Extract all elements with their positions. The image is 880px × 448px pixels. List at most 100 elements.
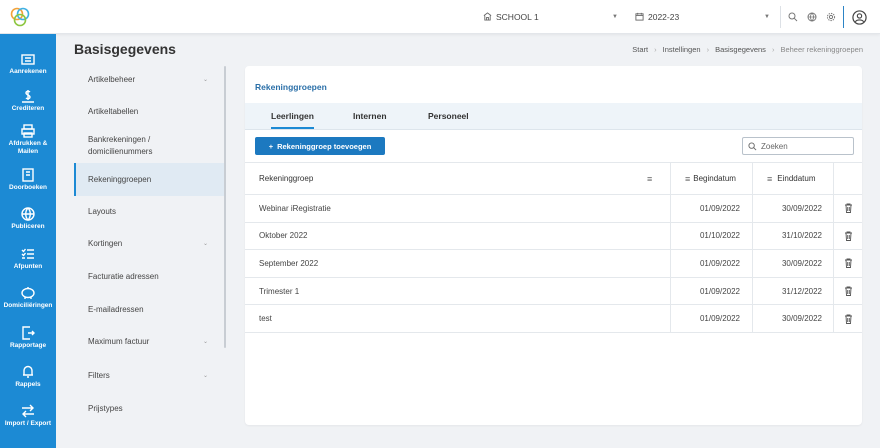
chevron-down-icon: ⌄ [202,373,208,379]
subnav-item-rekeninggroepen[interactable]: Rekeninggroepen [74,163,224,196]
app-logo-icon[interactable] [8,5,32,29]
sidebar-item-label: Rapportage [9,342,47,349]
sidebar-item-label: Crediteren [11,105,45,112]
subnav-item-maximum-factuur[interactable]: Maximum factuur ⌄ [74,334,224,350]
subnav-item-facturatie-adressen[interactable]: Facturatie adressen [74,269,224,285]
sidebar-item-label: Aanrekenen [9,68,47,75]
subnav-item-label: Rekeninggroepen [88,174,152,184]
top-bar: SCHOOL 1 ▼ 2022-23 ▼ [0,0,880,34]
search-box[interactable] [742,137,854,155]
subnav-item-artikeltabellen[interactable]: Artikeltabellen [74,104,224,120]
globe-icon [20,207,36,221]
sidebar-item-publiceren[interactable]: Publiceren [0,207,56,231]
school-select[interactable]: SCHOOL 1 ▼ [476,8,624,26]
table-row[interactable]: Oktober 2022 01/10/2022 31/10/2022 [245,222,862,251]
search-icon[interactable] [786,10,800,24]
column-divider [752,163,753,194]
sidebar-item-crediteren[interactable]: Crediteren [0,89,56,113]
table-row[interactable]: September 2022 01/09/2022 30/09/2022 [245,250,862,278]
column-divider [833,222,834,250]
settings-subnav: Artikelbeheer ⌄ Artikeltabellen Bankreke… [74,66,226,426]
trash-icon[interactable] [835,278,862,305]
subnav-item-label: Prijstypes [88,404,123,413]
cell-einddatum: 31/12/2022 [781,286,822,296]
column-divider [833,195,834,222]
sidebar-item-aanrekenen[interactable]: Aanrekenen [0,52,56,76]
sidebar-item-domicilieringen[interactable]: Domiciliëringen [0,286,56,310]
trash-icon[interactable] [835,250,862,277]
search-input[interactable] [761,141,849,151]
breadcrumb-instellingen[interactable]: Instellingen [663,45,701,54]
piggy-bank-icon [20,286,36,300]
breadcrumb-basisgegevens[interactable]: Basisgegevens [715,45,766,54]
subnav-item-filters[interactable]: Filters ⌄ [74,368,224,384]
main-sidebar: Aanrekenen Crediteren Afdrukken & Mailen… [0,34,56,448]
subnav-item-label: Kortingen [88,239,123,248]
checklist-icon [20,247,36,261]
table-row[interactable]: Trimester 1 01/09/2022 31/12/2022 [245,277,862,306]
rekeninggroepen-table: Rekeninggroep ≡ ≡ Begindatum ≡ Einddatum… [245,162,862,333]
cell-begindatum: 01/09/2022 [699,286,740,296]
cell-einddatum: 30/09/2022 [781,314,822,324]
sidebar-item-afpunten[interactable]: Afpunten [0,247,56,271]
subnav-item-artikelbeheer[interactable]: Artikelbeheer ⌄ [74,72,224,88]
trash-icon[interactable] [835,305,862,332]
subnav-item-label: Artikelbeheer [88,75,136,84]
trash-icon[interactable] [835,223,862,250]
sidebar-item-doorboeken[interactable]: Doorboeken [0,168,56,192]
column-header-label: Einddatum [777,174,816,183]
chevron-right-icon: › [706,45,710,54]
trash-icon[interactable] [835,195,862,222]
sidebar-item-import-export[interactable]: Import / Export [0,404,56,428]
table-row[interactable]: test 01/09/2022 30/09/2022 [245,305,862,333]
year-select[interactable]: 2022-23 ▼ [628,8,776,26]
cell-einddatum: 31/10/2022 [781,231,822,241]
column-header-begindatum[interactable]: ≡ Begindatum [685,163,736,194]
bell-icon [20,365,36,379]
tab-leerlingen[interactable]: Leerlingen [271,111,314,129]
subnav-item-prijstypes[interactable]: Prijstypes [74,401,224,417]
subnav-item-label: Filters [88,371,110,380]
tab-internen[interactable]: Internen [353,111,387,121]
sidebar-item-rappels[interactable]: Rappels [0,365,56,389]
column-header-rekeninggroep[interactable]: Rekeninggroep [259,163,313,194]
subnav-item-label: Layouts [88,207,117,216]
column-divider [833,163,834,194]
divider [843,6,844,28]
subnav-item-bankrekeningen[interactable]: Bankrekeningen / domicilienummers [74,132,184,160]
chevron-down-icon: ⌄ [202,77,208,83]
column-menu-icon[interactable]: ≡ [685,174,690,184]
sidebar-item-rapportage[interactable]: Rapportage [0,326,56,350]
cell-begindatum: 01/09/2022 [699,314,740,324]
user-account-icon[interactable] [851,9,867,25]
globe-icon[interactable] [805,10,819,24]
column-menu-icon[interactable]: ≡ [767,174,772,184]
sidebar-item-label: Afpunten [13,263,43,270]
search-icon [748,141,757,150]
cell-begindatum: 01/09/2022 [699,203,740,213]
add-rekeninggroep-button[interactable]: + Rekeninggroep toevoegen [255,137,385,155]
subnav-item-label: Bankrekeningen / domicilienummers [88,135,153,156]
calendar-icon [632,12,646,23]
gear-icon[interactable] [824,10,838,24]
school-select-value: SCHOOL 1 [496,12,539,22]
sidebar-item-afdrukken[interactable]: Afdrukken & Mailen [0,124,56,156]
breadcrumb-start[interactable]: Start [632,45,648,54]
year-select-value: 2022-23 [648,12,680,22]
subnav-item-e-mailadressen[interactable]: E-mailadressen [74,302,224,318]
column-menu-icon[interactable]: ≡ [647,163,652,194]
table-row[interactable]: Webinar iRegistratie 01/09/2022 30/09/20… [245,195,862,223]
cell-rekeninggroep: Trimester 1 [259,286,300,296]
sidebar-item-label: Import / Export [4,420,52,427]
subnav-item-kortingen[interactable]: Kortingen ⌄ [74,236,224,252]
subnav-scrollbar[interactable] [224,66,226,348]
subnav-item-label: Maximum factuur [88,337,150,346]
cell-rekeninggroep: Webinar iRegistratie [259,203,331,213]
plus-icon: + [268,141,274,151]
column-divider [670,163,671,194]
cell-rekeninggroep: September 2022 [259,258,319,268]
column-header-einddatum[interactable]: ≡ Einddatum [767,163,816,194]
tab-personeel[interactable]: Personeel [428,111,469,121]
subnav-item-layouts[interactable]: Layouts [74,204,224,220]
page-title: Basisgegevens [74,41,176,57]
